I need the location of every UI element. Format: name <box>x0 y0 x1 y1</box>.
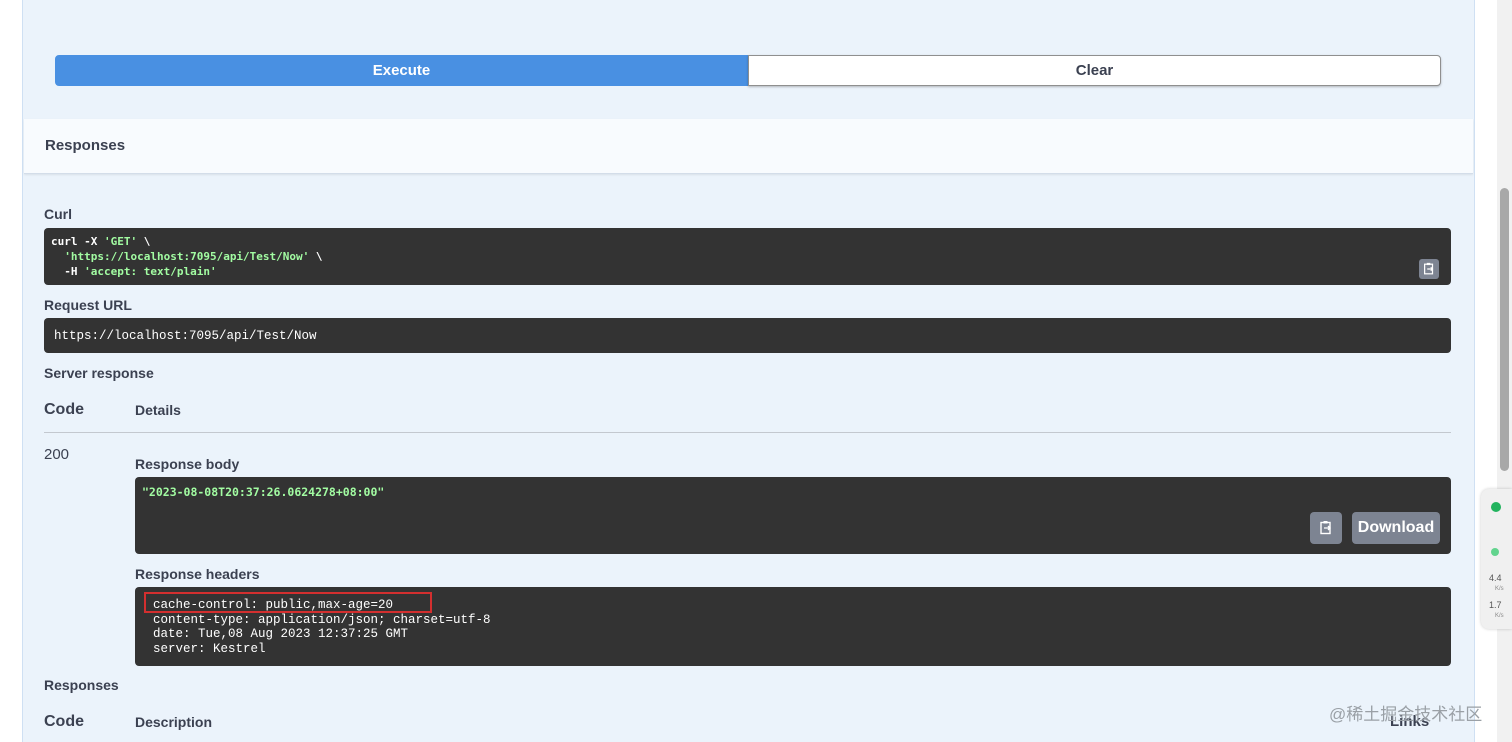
scrollbar-thumb[interactable] <box>1500 188 1509 471</box>
response-body-label: Response body <box>135 456 240 472</box>
curl-label: Curl <box>44 206 72 222</box>
response-status-code: 200 <box>44 446 70 463</box>
operation-block: Execute Clear Responses Curl curl -X 'GE… <box>22 0 1475 742</box>
status-dot-icon <box>1491 548 1499 556</box>
execute-button[interactable]: Execute <box>55 55 748 86</box>
request-url-label: Request URL <box>44 297 132 313</box>
clipboard-icon <box>1320 521 1331 535</box>
download-button[interactable]: Download <box>1352 512 1440 544</box>
watermark: @稀土掘金技术社区 <box>1329 705 1483 724</box>
request-url-value: https://localhost:7095/api/Test/Now <box>54 329 317 343</box>
responses-code-header: Code <box>44 713 84 730</box>
copy-curl-button[interactable] <box>1419 259 1439 279</box>
description-column-header: Description <box>135 714 213 730</box>
responses-section-header: Responses <box>24 119 1473 174</box>
details-column-header: Details <box>135 402 181 418</box>
download-speed: 1.7 <box>1489 600 1502 610</box>
code-column-header: Code <box>44 401 84 418</box>
curl-command: curl -X 'GET' \ 'https://localhost:7095/… <box>51 235 323 278</box>
network-speed-widget[interactable]: 4.4 K/s 1.7 K/s <box>1481 489 1512 629</box>
response-body-block[interactable]: "2023-08-08T20:37:26.0624278+08:00" Down… <box>135 477 1451 554</box>
table-divider <box>44 432 1451 433</box>
responses-label: Responses <box>44 677 119 693</box>
response-headers-block[interactable]: cache-control: public,max-age=20 content… <box>135 587 1451 666</box>
header-line: cache-control: public,max-age=20 <box>153 598 394 612</box>
responses-section-title: Responses <box>45 137 126 154</box>
header-line: date: Tue,08 Aug 2023 12:37:25 GMT <box>153 627 409 641</box>
status-dot-icon <box>1491 502 1501 512</box>
response-headers-label: Response headers <box>135 566 260 582</box>
clipboard-icon <box>1424 262 1434 275</box>
request-url-block[interactable]: https://localhost:7095/api/Test/Now <box>44 318 1451 353</box>
header-line: server: Kestrel <box>153 641 266 656</box>
upload-speed: 4.4 <box>1489 573 1502 583</box>
header-line: content-type: application/json; charset=… <box>153 612 491 627</box>
curl-code-block[interactable]: curl -X 'GET' \ 'https://localhost:7095/… <box>44 228 1451 285</box>
download-unit: K/s <box>1495 613 1504 619</box>
upload-unit: K/s <box>1495 586 1504 592</box>
response-body-value: "2023-08-08T20:37:26.0624278+08:00" <box>142 485 385 499</box>
copy-response-button[interactable] <box>1310 512 1342 544</box>
clear-button[interactable]: Clear <box>748 55 1441 86</box>
server-response-label: Server response <box>44 365 154 381</box>
execute-wrapper: Execute Clear <box>55 55 1441 86</box>
